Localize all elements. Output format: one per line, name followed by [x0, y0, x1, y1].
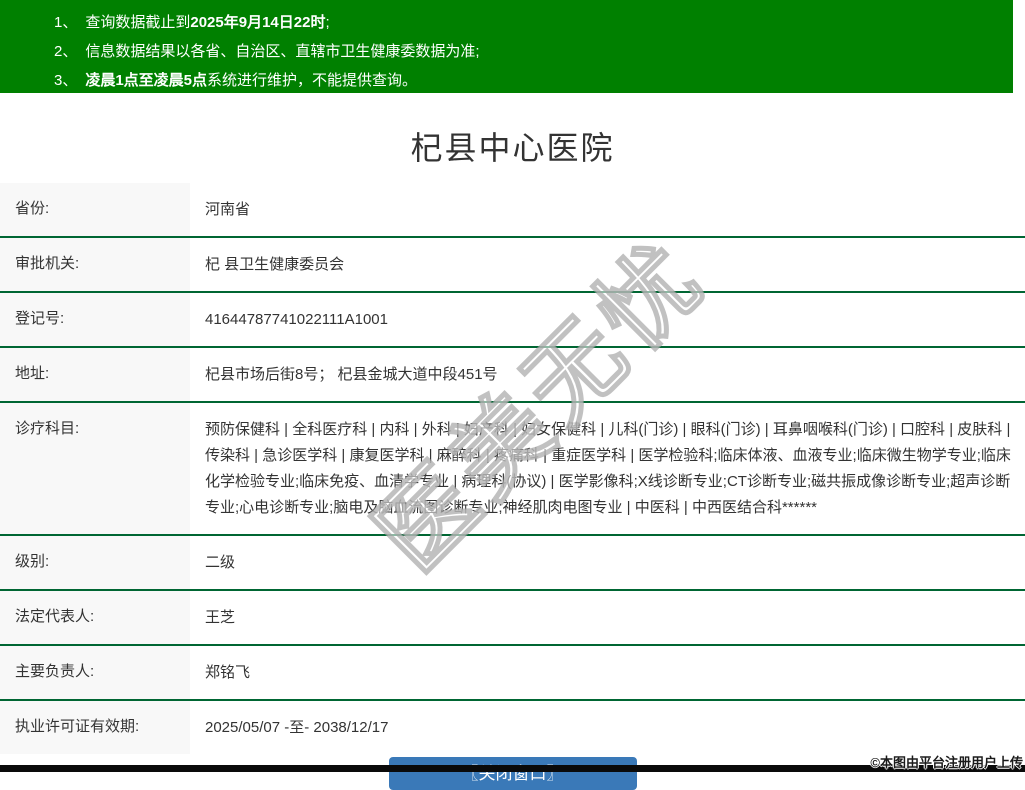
close-window-button[interactable]: 〖关闭窗口〗 — [388, 757, 637, 790]
notice-text: 查询数据截止到 — [85, 14, 191, 31]
row-value: 杞 县卫生健康委员会 — [205, 256, 345, 273]
table-row-legal-representative: 法定代表人: 王芝 — [0, 591, 1025, 646]
row-label: 诊疗科目: — [0, 403, 190, 534]
row-label: 执业许可证有效期: — [0, 701, 190, 754]
row-value: 王芝 — [205, 609, 236, 626]
upload-credit-text: ©本图由平台注册用户上传 — [870, 755, 1023, 770]
row-value: 二级 — [205, 554, 236, 571]
row-label: 审批机关: — [0, 238, 190, 291]
notice-text-bold: 2025年9月14日22时 — [190, 14, 326, 31]
notice-text-bold: 凌晨1点至凌晨5点 — [85, 72, 208, 89]
table-row-address: 地址: 杞县市场后街8号； 杞县金城大道中段451号 — [0, 348, 1025, 403]
row-value: 预防保健科 | 全科医疗科 | 内科 | 外科 | 妇产科 | 妇女保健科 | … — [205, 421, 1011, 516]
page-title: 杞县中心医院 — [410, 130, 615, 166]
row-value: 杞县市场后街8号； 杞县金城大道中段451号 — [205, 366, 498, 383]
table-row-medical-departments: 诊疗科目: 预防保健科 | 全科医疗科 | 内科 | 外科 | 妇产科 | 妇女… — [0, 403, 1025, 536]
row-value: 41644787741022111A1001 — [205, 311, 388, 328]
notice-line-1: 1、 查询数据截止到2025年9月14日22时; — [54, 8, 1013, 37]
row-label: 登记号: — [0, 293, 190, 346]
notice-text: 系统进行维护，不能提供查询。 — [207, 72, 418, 89]
row-label: 级别: — [0, 536, 190, 589]
notice-text: ; — [325, 14, 330, 31]
notice-text: 信息数据结果以各省、自治区、直辖市卫生健康委数据为准; — [85, 43, 480, 60]
table-row-registration-number: 登记号: 41644787741022111A1001 — [0, 293, 1025, 348]
table-row-level: 级别: 二级 — [0, 536, 1025, 591]
row-value: 河南省 — [205, 201, 251, 218]
notice-line-2: 2、 信息数据结果以各省、自治区、直辖市卫生健康委数据为准; — [54, 37, 1013, 66]
row-value: 郑铭飞 — [205, 664, 251, 681]
table-row-person-in-charge: 主要负责人: 郑铭飞 — [0, 646, 1025, 701]
notice-number: 2、 — [54, 43, 78, 60]
table-row-approval-authority: 审批机关: 杞 县卫生健康委员会 — [0, 238, 1025, 293]
row-label: 法定代表人: — [0, 591, 190, 644]
table-row-province: 省份: 河南省 — [0, 183, 1025, 238]
notice-line-3: 3、 凌晨1点至凌晨5点系统进行维护，不能提供查询。 — [54, 66, 1013, 95]
row-label: 省份: — [0, 183, 190, 236]
row-value: 2025/05/07 -至- 2038/12/17 — [205, 719, 389, 736]
notice-number: 3、 — [54, 72, 78, 89]
table-row-license-validity: 执业许可证有效期: 2025/05/07 -至- 2038/12/17 — [0, 701, 1025, 754]
hospital-info-table: 省份: 河南省 审批机关: 杞 县卫生健康委员会 登记号: 4164478774… — [0, 183, 1025, 754]
notice-number: 1、 — [54, 14, 78, 31]
row-label: 主要负责人: — [0, 646, 190, 699]
row-label: 地址: — [0, 348, 190, 401]
notice-header: 1、 查询数据截止到2025年9月14日22时; 2、 信息数据结果以各省、自治区、… — [0, 0, 1013, 93]
